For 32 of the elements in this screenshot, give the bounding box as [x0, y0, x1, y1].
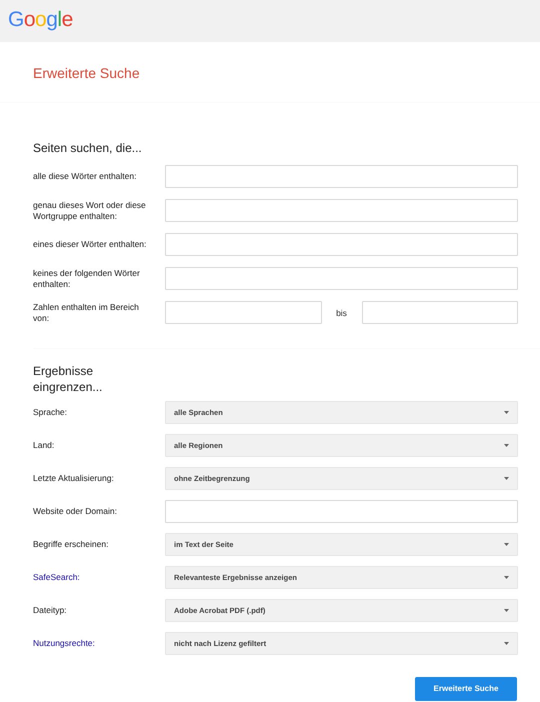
caret-icon: [504, 411, 509, 414]
range-to-field[interactable]: [362, 301, 518, 324]
text-field[interactable]: [165, 199, 518, 222]
caret-icon: [504, 477, 509, 480]
field-label: eines dieser Wörter enthalten:: [33, 239, 146, 250]
caret-icon: [504, 543, 509, 546]
text-field[interactable]: [165, 165, 518, 188]
range-from-field[interactable]: [165, 301, 322, 324]
field-label: Letzte Aktualisierung:: [33, 473, 114, 484]
search-button[interactable]: Erweiterte Suche: [415, 677, 517, 702]
field-label: Land:: [33, 440, 54, 450]
caret-icon: [504, 444, 509, 448]
field-label: alle diese Wörter enthalten:: [33, 171, 136, 182]
caret-icon: [504, 576, 509, 580]
field-label: Begriffe erscheinen:: [33, 539, 108, 550]
section-heading: Ergebnisse eingrenzen...: [33, 363, 104, 396]
text-field[interactable]: [165, 267, 518, 290]
field-label-link[interactable]: Nutzungsrechte:: [33, 638, 95, 648]
field-label: keines der folgenden Wörter enthalten:: [33, 268, 140, 289]
field-label-link[interactable]: SafeSearch:: [33, 572, 80, 582]
field-label: Website oder Domain:: [33, 506, 117, 516]
range-separator: bis: [335, 306, 348, 320]
section-heading: Seiten suchen, die...: [33, 141, 143, 156]
text-field[interactable]: [165, 233, 518, 256]
field-label: genau dieses Wort oder diese Wortgruppe enthalten:: [33, 200, 146, 221]
caret-icon: [504, 642, 509, 646]
caret-icon: [504, 609, 509, 612]
field-label: Sprache:: [33, 407, 68, 418]
text-field[interactable]: [165, 500, 518, 524]
page-title: Erweiterte Suche: [32, 64, 141, 83]
field-label: Dateityp:: [33, 605, 67, 616]
field-label: Zahlen enthalten im Bereich von:: [33, 302, 139, 323]
